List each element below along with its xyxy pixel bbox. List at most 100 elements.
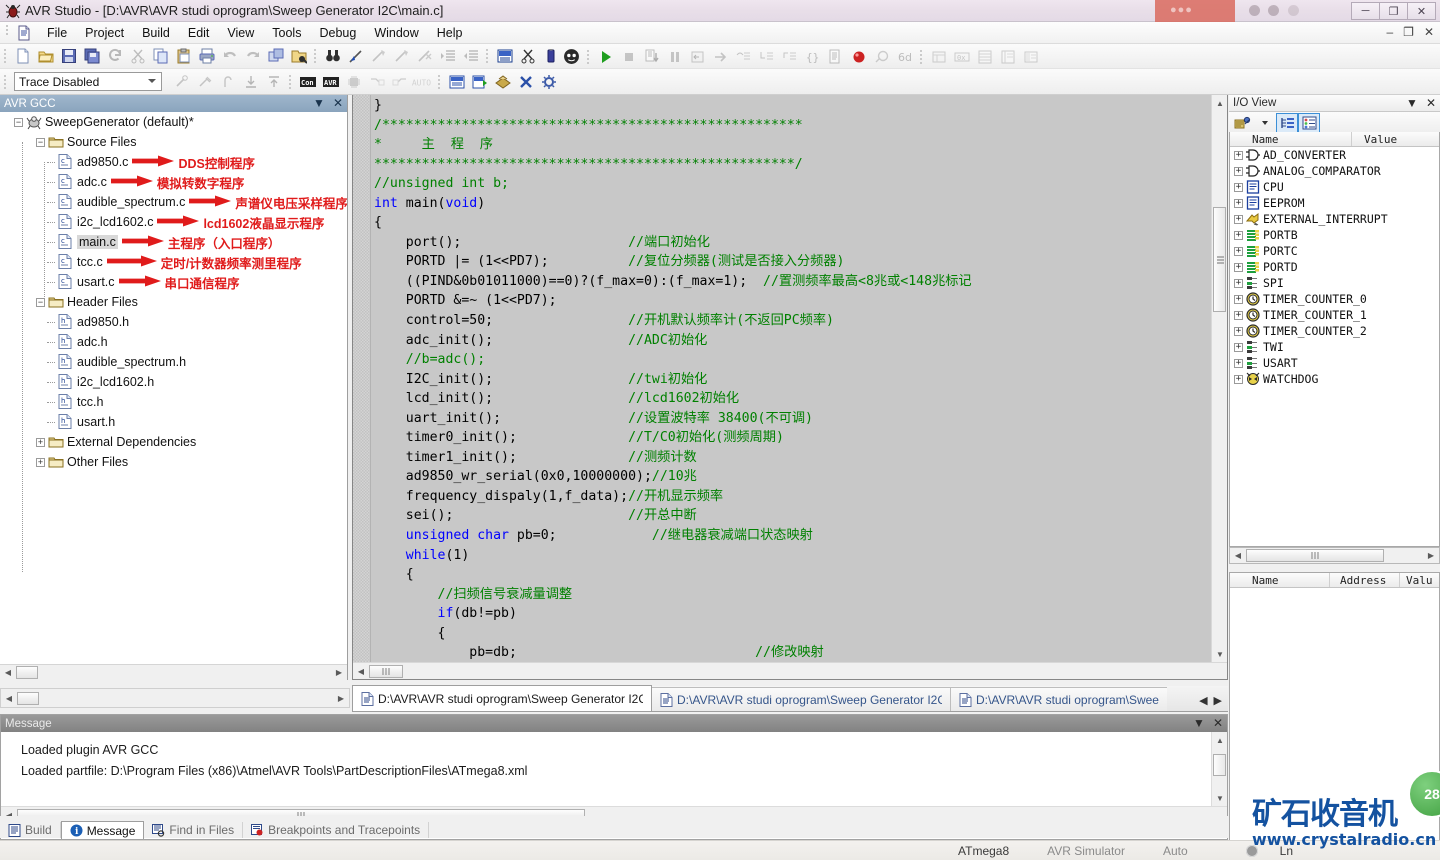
watch-window-icon[interactable] bbox=[927, 46, 950, 68]
editor-tab-1[interactable]: D:\AVR\AVR studi oprogram\Sweep Generato… bbox=[651, 687, 951, 711]
hscroll-thumb[interactable] bbox=[17, 691, 39, 705]
build-icon[interactable] bbox=[445, 71, 468, 93]
project-tree[interactable]: − SweepGenerator (default)* − Source Fil… bbox=[0, 112, 347, 664]
dock-menu-icon[interactable]: ▼ bbox=[313, 96, 325, 110]
tree-item-tcc-h[interactable]: h tcc.h bbox=[0, 392, 347, 412]
expander-icon[interactable]: + bbox=[1234, 166, 1243, 176]
menu-item-tools[interactable]: Tools bbox=[263, 24, 310, 42]
io-row-usart[interactable]: + USART bbox=[1230, 355, 1439, 371]
remove-breakpoints-icon[interactable] bbox=[870, 46, 893, 68]
expander-icon[interactable]: + bbox=[1234, 326, 1243, 336]
scroll-up-icon[interactable]: ▲ bbox=[1212, 95, 1228, 111]
hscroll-thumb[interactable] bbox=[369, 664, 403, 678]
save-icon[interactable] bbox=[57, 45, 80, 67]
toggle-breakpoint-icon[interactable] bbox=[847, 46, 870, 68]
redo-icon[interactable] bbox=[241, 45, 264, 67]
scroll-right-icon[interactable]: ▶ bbox=[331, 665, 347, 680]
menu-item-window[interactable]: Window bbox=[365, 24, 427, 42]
tree-group-other-files[interactable]: + Other Files bbox=[0, 452, 347, 472]
left-bottom-hscrollbar[interactable]: ◀ ▶ bbox=[0, 688, 350, 708]
scroll-left-icon[interactable]: ◀ bbox=[353, 664, 369, 679]
hex-view-icon[interactable]: 0x bbox=[950, 46, 973, 68]
trace-mode-select[interactable]: Trace Disabled bbox=[14, 72, 162, 91]
hscroll-thumb[interactable] bbox=[1246, 549, 1384, 562]
print-icon[interactable] bbox=[195, 45, 218, 67]
io-row-twi[interactable]: + TWI bbox=[1230, 339, 1439, 355]
battery-icon[interactable] bbox=[539, 45, 562, 67]
register-view-icon[interactable] bbox=[996, 46, 1019, 68]
hscroll-thumb[interactable] bbox=[16, 666, 38, 679]
dock-menu-icon[interactable]: ▼ bbox=[1406, 96, 1418, 110]
refresh-icon[interactable] bbox=[103, 45, 126, 67]
io-row-watchdog[interactable]: + WATCHDOG bbox=[1230, 371, 1439, 387]
tree-group-external-dependencies[interactable]: + External Dependencies bbox=[0, 432, 347, 452]
dock-menu-icon[interactable]: ▼ bbox=[1193, 716, 1205, 730]
menu-item-file[interactable]: File bbox=[38, 24, 76, 42]
fuse-read-icon[interactable] bbox=[388, 71, 411, 93]
build-options-icon[interactable] bbox=[537, 71, 560, 93]
editor-tab-0[interactable]: D:\AVR\AVR studi oprogram\Sweep Generato… bbox=[352, 685, 652, 711]
editor-vscrollbar[interactable]: ▲ ▼ bbox=[1211, 95, 1227, 662]
dock-close-icon[interactable]: ✕ bbox=[1426, 96, 1436, 110]
message-vscrollbar[interactable]: ▲ ▼ bbox=[1211, 732, 1227, 806]
scroll-right-icon[interactable]: ▶ bbox=[333, 691, 349, 706]
scroll-left-icon[interactable]: ◀ bbox=[1230, 548, 1246, 563]
dropdown-arrow-icon[interactable] bbox=[1254, 113, 1276, 133]
build-and-run-icon[interactable] bbox=[468, 71, 491, 93]
editor-tab-2[interactable]: D:\AVR\AVR studi oprogram\Swee bbox=[950, 687, 1167, 711]
io-settings-icon[interactable] bbox=[1232, 113, 1254, 133]
tree-item-i2c-lcd1602-c[interactable]: c i2c_lcd1602.c lcd1602液晶显示程序 bbox=[0, 212, 347, 232]
toolbar-grip-6[interactable] bbox=[2, 73, 9, 91]
message-tab-build[interactable]: Build bbox=[0, 822, 61, 838]
expander-icon[interactable]: + bbox=[1234, 182, 1243, 192]
code-editor[interactable]: } /**************************************… bbox=[352, 95, 1228, 680]
expander-icon[interactable]: + bbox=[1234, 262, 1243, 272]
io-list-hscrollbar[interactable]: ◀ ▶ bbox=[1229, 547, 1440, 564]
io-detail-list[interactable]: Name Address Valu bbox=[1229, 572, 1440, 860]
tree-item-audible-spectrum-h[interactable]: h audible_spectrum.h bbox=[0, 352, 347, 372]
clear-bookmarks-icon[interactable] bbox=[413, 45, 436, 67]
pause-icon[interactable] bbox=[663, 46, 686, 68]
fuse-write-icon[interactable] bbox=[365, 71, 388, 93]
expander-icon[interactable]: + bbox=[1234, 342, 1243, 352]
trace-marker-icon[interactable] bbox=[170, 71, 193, 93]
tree-item-main-c[interactable]: c main.c 主程序（入口程序） bbox=[0, 232, 347, 252]
io-row-external_interrupt[interactable]: + EXTERNAL_INTERRUPT bbox=[1230, 211, 1439, 227]
io-row-eeprom[interactable]: + EEPROM bbox=[1230, 195, 1439, 211]
expander-icon[interactable]: + bbox=[1234, 150, 1243, 160]
io-row-timer_counter_0[interactable]: + TIMER_COUNTER_0 bbox=[1230, 291, 1439, 307]
expander-icon[interactable]: + bbox=[1234, 246, 1243, 256]
editor-hscrollbar[interactable]: ◀ bbox=[353, 662, 1227, 679]
doc-close-button[interactable]: ✕ bbox=[1424, 25, 1434, 39]
run-icon[interactable] bbox=[594, 46, 617, 68]
io-row-spi[interactable]: + SPI bbox=[1230, 275, 1439, 291]
stop-icon[interactable] bbox=[617, 46, 640, 68]
avr-simulator-icon[interactable] bbox=[560, 46, 583, 68]
tree-group-header-files[interactable]: − Header Files bbox=[0, 292, 347, 312]
tile-windows-icon[interactable] bbox=[264, 45, 287, 67]
next-bookmark-icon[interactable] bbox=[367, 45, 390, 67]
menu-grip[interactable] bbox=[4, 24, 12, 41]
open-file-icon[interactable] bbox=[34, 45, 57, 67]
disassembly-icon[interactable] bbox=[824, 46, 847, 68]
connect-icon[interactable]: Con bbox=[296, 71, 319, 93]
indent-icon[interactable] bbox=[436, 45, 459, 67]
expander-icon[interactable]: − bbox=[14, 117, 23, 127]
message-tab-find-in-files[interactable]: Find in Files bbox=[144, 822, 244, 838]
tree-item-ad9850-h[interactable]: h ad9850.h bbox=[0, 312, 347, 332]
menu-item-project[interactable]: Project bbox=[76, 24, 133, 42]
tab-next-icon[interactable]: ▶ bbox=[1214, 694, 1222, 707]
prev-bookmark-icon[interactable] bbox=[390, 45, 413, 67]
step-into-fn-icon[interactable] bbox=[755, 46, 778, 68]
tree-item-audible-spectrum-c[interactable]: c audible_spectrum.c 声谱仪电压采样程序 bbox=[0, 192, 347, 212]
io-row-timer_counter_2[interactable]: + TIMER_COUNTER_2 bbox=[1230, 323, 1439, 339]
step-out-icon[interactable] bbox=[778, 46, 801, 68]
expander-icon[interactable]: + bbox=[1234, 358, 1243, 368]
detail-list-view-icon[interactable] bbox=[1298, 112, 1320, 133]
undo-icon[interactable] bbox=[218, 45, 241, 67]
expander-icon[interactable]: + bbox=[1234, 198, 1243, 208]
minimize-button[interactable]: ─ bbox=[1351, 2, 1380, 20]
clean-icon[interactable] bbox=[514, 71, 537, 93]
expander-icon[interactable]: + bbox=[1234, 214, 1243, 224]
editor-code-area[interactable]: } /**************************************… bbox=[372, 95, 1211, 662]
